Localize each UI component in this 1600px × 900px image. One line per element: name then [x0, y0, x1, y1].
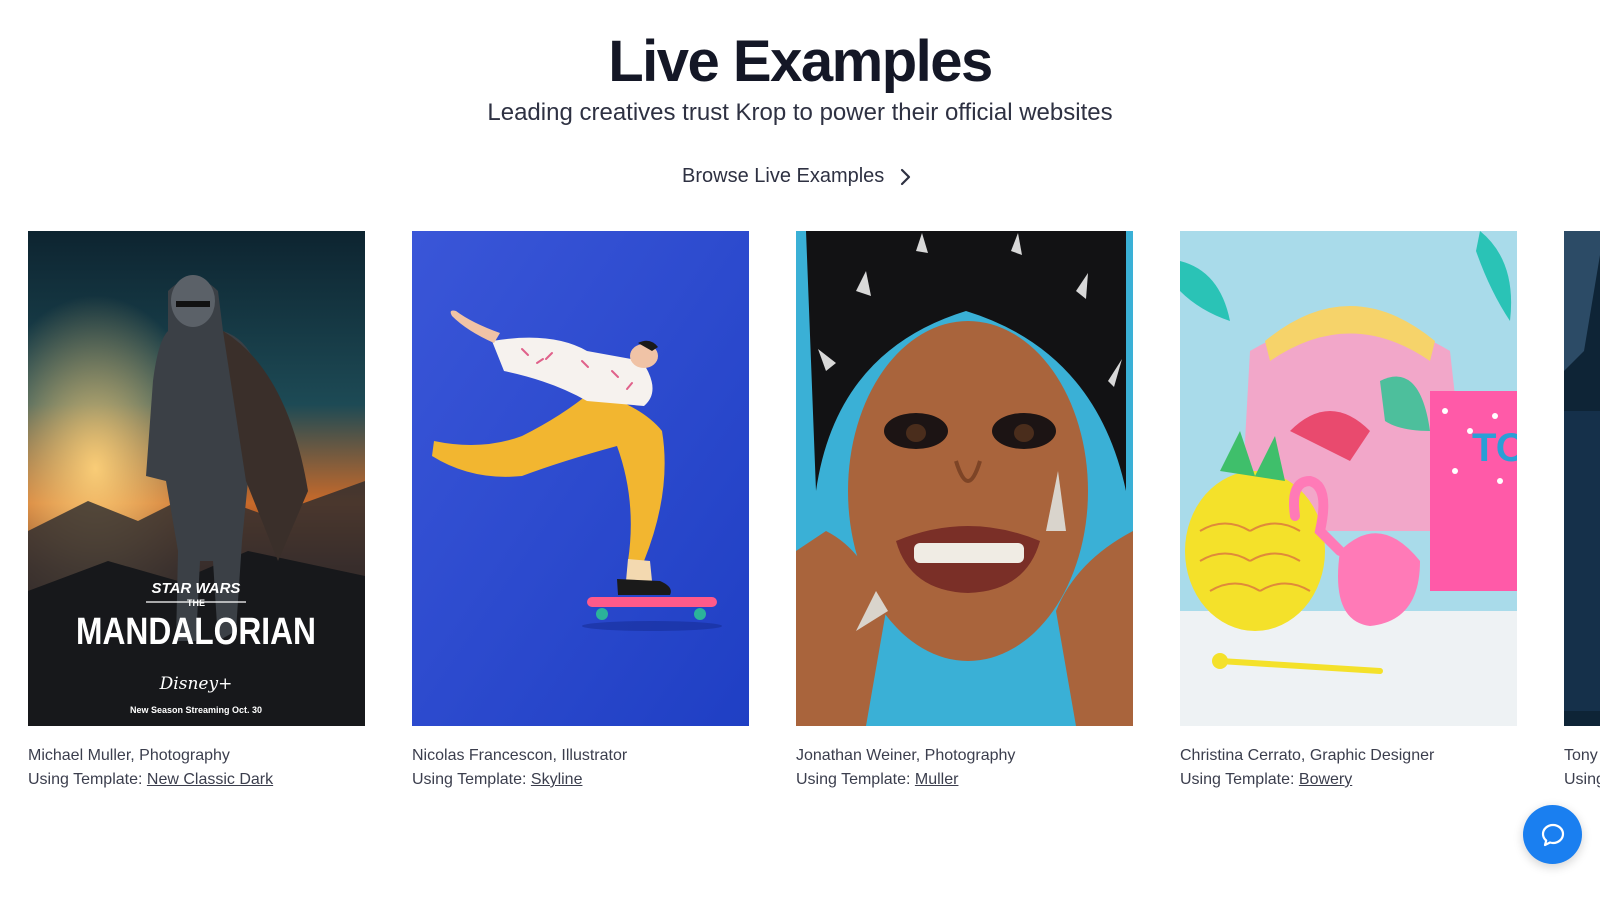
skateboarder-illustration-image: [412, 231, 749, 726]
template-link[interactable]: Bowery: [1299, 771, 1352, 788]
template-line: Using Template: Bowery: [1180, 768, 1517, 792]
example-caption: Tony Using: [1564, 744, 1600, 792]
mandalorian-poster-image: STAR WARS THE MANDALORIAN Disney+ New Se…: [28, 231, 365, 726]
template-line: Using Template: Muller: [796, 768, 1133, 792]
template-prefix: Using Template:: [796, 771, 911, 788]
artist-name: Christina Cerrato, Graphic Designer: [1180, 747, 1435, 764]
template-prefix: Using: [1564, 771, 1600, 788]
poster-brand: Disney+: [159, 674, 233, 694]
example-card[interactable]: TO Christina Cerrato, Graphic Designer U…: [1180, 231, 1517, 792]
poster-line-2: THE: [187, 598, 205, 608]
section-title: Live Examples: [608, 29, 993, 94]
chat-bubble-icon: [1541, 823, 1564, 846]
poster-line-1: STAR WARS: [152, 580, 241, 597]
chevron-right-icon: [901, 168, 911, 185]
poster-tagline: New Season Streaming Oct. 30: [130, 705, 262, 715]
svg-text:TO: TO: [1472, 426, 1517, 470]
colorful-bags-image: TO: [1180, 231, 1517, 726]
template-link[interactable]: New Classic Dark: [147, 771, 273, 788]
browse-live-examples-link[interactable]: Browse Live Examples: [682, 165, 914, 188]
template-prefix: Using Template:: [412, 771, 527, 788]
live-examples-section: Live Examples Leading creatives trust Kr…: [0, 0, 1600, 900]
example-thumbnail[interactable]: TO: [1180, 231, 1517, 726]
artist-name: Nicolas Francescon, Illustrator: [412, 747, 628, 764]
example-card[interactable]: STAR WARS THE MANDALORIAN Disney+ New Se…: [28, 231, 365, 792]
example-thumbnail[interactable]: [1564, 231, 1600, 726]
template-line: Using: [1564, 768, 1600, 792]
template-line: Using Template: Skyline: [412, 768, 749, 792]
example-caption: Christina Cerrato, Graphic Designer Usin…: [1180, 744, 1517, 792]
example-thumbnail[interactable]: [412, 231, 749, 726]
portrait-photo-image: [796, 231, 1133, 726]
template-link[interactable]: Skyline: [531, 771, 583, 788]
artist-name: Michael Muller, Photography: [28, 747, 230, 764]
example-caption: Nicolas Francescon, Illustrator Using Te…: [412, 744, 749, 792]
partial-example-image: [1564, 231, 1600, 726]
poster-title: MANDALORIAN: [76, 611, 316, 653]
template-link[interactable]: Muller: [915, 771, 959, 788]
example-card[interactable]: Jonathan Weiner, Photography Using Templ…: [796, 231, 1133, 792]
section-subtitle: Leading creatives trust Krop to power th…: [487, 99, 1113, 126]
example-card[interactable]: Tony Using: [1564, 231, 1600, 792]
template-line: Using Template: New Classic Dark: [28, 768, 365, 792]
template-prefix: Using Template:: [1180, 771, 1295, 788]
example-thumbnail[interactable]: STAR WARS THE MANDALORIAN Disney+ New Se…: [28, 231, 365, 726]
example-caption: Michael Muller, Photography Using Templa…: [28, 744, 365, 792]
artist-name: Tony: [1564, 747, 1598, 764]
example-card[interactable]: Nicolas Francescon, Illustrator Using Te…: [412, 231, 749, 792]
template-prefix: Using Template:: [28, 771, 143, 788]
example-caption: Jonathan Weiner, Photography Using Templ…: [796, 744, 1133, 792]
artist-name: Jonathan Weiner, Photography: [796, 747, 1016, 764]
chat-button[interactable]: [1523, 805, 1582, 864]
example-thumbnail[interactable]: [796, 231, 1133, 726]
browse-link-label: Browse Live Examples: [682, 165, 885, 187]
